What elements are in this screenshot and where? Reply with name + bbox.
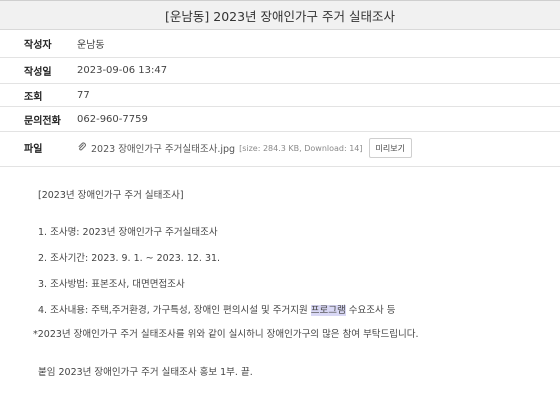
date-value: 2023-09-06 13:47: [77, 65, 168, 76]
phone-value: 062-960-7759: [77, 113, 148, 125]
author-label: 작성자: [24, 40, 52, 51]
date-label: 작성일: [24, 67, 52, 78]
content-item-1: 1. 조사명: 2023년 장애인가구 주거실태조사: [38, 227, 218, 238]
views-value: 77: [77, 89, 90, 101]
post-title-bar: [운남동] 2023년 장애인가구 주거 실태조사: [0, 0, 560, 30]
info-row-file: 파일 2023 장애인가구 주거실태조사.jpg [size: 284.3 KB…: [0, 132, 560, 167]
file-download-link[interactable]: 2023 장애인가구 주거실태조사.jpg: [91, 141, 235, 155]
content-item-2: 2. 조사기간: 2023. 9. 1. ~ 2023. 12. 31.: [38, 253, 221, 264]
paperclip-icon: [77, 142, 87, 155]
content-item-4: 4. 조사내용: 주택,주거환경, 가구특성, 장애인 편의시설 및 주거지원 …: [38, 302, 395, 316]
phone-label: 문의전화: [24, 115, 61, 127]
item-4-highlight: 프로그램: [310, 305, 346, 316]
info-row-views: 조회 77: [0, 84, 560, 107]
preview-button[interactable]: 미리보기: [368, 138, 412, 158]
views-label: 조회: [24, 91, 43, 103]
content-item-3: 3. 조사방법: 표본조사, 대면면접조사: [38, 279, 185, 290]
author-value: 운남동: [77, 40, 105, 51]
info-row-date: 작성일 2023-09-06 13:47: [0, 58, 560, 84]
item-4-text-after: 수요조사 등: [345, 305, 396, 316]
item-4-text-before: 4. 조사내용: 주택,주거환경, 가구특성, 장애인 편의시설 및 주거지원: [38, 305, 311, 316]
content-heading: [2023년 장애인가구 주거 실태조사]: [38, 190, 184, 201]
file-size-info: [size: 284.3 KB, Download: 14]: [239, 143, 363, 153]
info-row-phone: 문의전화 062-960-7759: [0, 107, 560, 132]
info-row-author: 작성자 운남동: [0, 30, 560, 58]
post-title: [운남동] 2023년 장애인가구 주거 실태조사: [165, 8, 395, 24]
file-entry: 2023 장애인가구 주거실태조사.jpg [size: 284.3 KB, D…: [77, 138, 412, 158]
content-note: *2023년 장애인가구 주거 실태조사를 위와 같이 실시하니 장애인가구의 …: [33, 329, 419, 340]
file-label: 파일: [24, 144, 43, 155]
content-attachment: 붙임 2023년 장애인가구 주거 실태조사 홍보 1부. 끝.: [38, 367, 253, 378]
